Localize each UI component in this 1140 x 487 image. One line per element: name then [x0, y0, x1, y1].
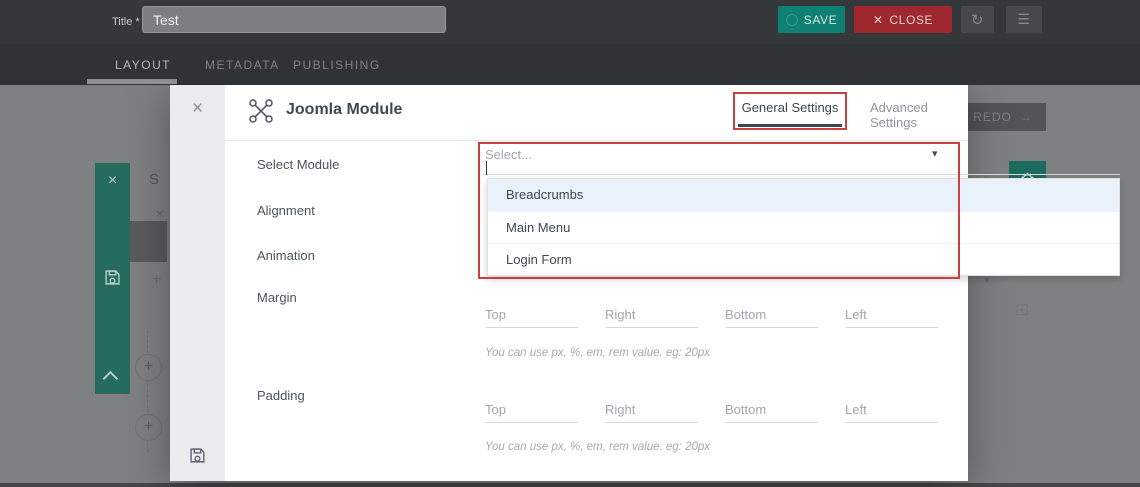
modal-save-icon[interactable] [170, 447, 225, 469]
app-window: Title * SAVE ✕ CLOSE ↻ ☰ LAYOUT METADATA… [0, 0, 1140, 487]
chevron-down-icon[interactable]: ▾ [932, 147, 938, 160]
background-close-icon: × [156, 206, 164, 221]
padding-top-input[interactable] [485, 397, 578, 423]
save-spinner-icon [786, 14, 798, 26]
joomla-module-settings-modal: × Joomla Module General Settings Advance… [170, 85, 968, 481]
section-toolbar: × [95, 163, 130, 394]
dropdown-option-login-form[interactable]: Login Form [488, 243, 1119, 275]
text-cursor [486, 161, 487, 175]
animation-label: Animation [257, 248, 315, 263]
page-tabs-bar: LAYOUT METADATA PUBLISHING [0, 44, 1140, 85]
redo-arrow-icon: → [1020, 110, 1033, 124]
hamburger-icon: ☰ [1017, 11, 1030, 28]
module-select-placeholder[interactable]: Select... [485, 147, 532, 162]
margin-label: Margin [257, 290, 297, 305]
dropdown-option-main-menu[interactable]: Main Menu [488, 211, 1119, 243]
modal-title: Joomla Module [286, 101, 402, 119]
modal-side-strip: × [170, 85, 225, 481]
add-row-button[interactable]: + [135, 354, 162, 381]
tab-general-settings[interactable]: General Settings [738, 100, 842, 127]
background-block [130, 221, 167, 262]
module-dropdown-panel: Breadcrumbs Main Menu Login Form [487, 178, 1120, 276]
top-toolbar: Title * SAVE ✕ CLOSE ↻ ☰ [0, 0, 1140, 44]
bottom-status-bar [0, 483, 1140, 487]
tab-layout[interactable]: LAYOUT [115, 58, 171, 72]
tab-metadata[interactable]: METADATA [205, 58, 280, 72]
move-handle-icon: + [152, 271, 161, 289]
dropdown-option-breadcrumbs[interactable]: Breadcrumbs [488, 179, 1119, 211]
tab-publishing[interactable]: PUBLISHING [293, 58, 381, 72]
collapse-chevron-up-icon[interactable] [103, 371, 119, 387]
background-section-letter: S [149, 171, 159, 188]
alignment-label: Alignment [257, 203, 315, 218]
title-field-label: Title * [112, 16, 140, 28]
modal-header-divider [225, 140, 968, 141]
padding-label: Padding [257, 388, 305, 403]
tab-advanced-settings[interactable]: Advanced Settings [870, 100, 968, 130]
layout-grid-icon[interactable]: ⊞ [1015, 300, 1029, 320]
margin-right-input[interactable] [605, 302, 698, 328]
padding-bottom-input[interactable] [725, 397, 818, 423]
redo-button[interactable]: REDO → [960, 103, 1046, 131]
save-button-label: SAVE [804, 13, 838, 27]
padding-left-input[interactable] [845, 397, 938, 423]
title-input[interactable] [142, 6, 446, 33]
close-button[interactable]: ✕ CLOSE [854, 6, 952, 33]
close-x-icon: ✕ [873, 13, 884, 27]
padding-right-input[interactable] [605, 397, 698, 423]
margin-left-input[interactable] [845, 302, 938, 328]
refresh-button[interactable]: ↻ [961, 6, 994, 33]
redo-label: REDO [973, 110, 1012, 124]
modal-close-icon[interactable]: × [170, 98, 225, 120]
margin-hint-text: You can use px, %, em, rem value. eg: 20… [485, 347, 710, 359]
refresh-icon: ↻ [971, 11, 984, 29]
padding-hint-text: You can use px, %, em, rem value. eg: 20… [485, 441, 710, 453]
section-close-icon[interactable]: × [108, 173, 117, 189]
close-button-label: CLOSE [889, 13, 933, 27]
select-module-label: Select Module [257, 157, 339, 172]
margin-bottom-input[interactable] [725, 302, 818, 328]
save-button[interactable]: SAVE [778, 6, 845, 33]
add-section-button[interactable]: + [135, 414, 162, 441]
active-tab-underline [87, 79, 177, 84]
select-underline [483, 174, 1120, 175]
joomla-logo-icon [248, 98, 274, 129]
margin-top-input[interactable] [485, 302, 578, 328]
menu-button[interactable]: ☰ [1006, 6, 1042, 33]
section-save-icon[interactable] [104, 269, 121, 291]
